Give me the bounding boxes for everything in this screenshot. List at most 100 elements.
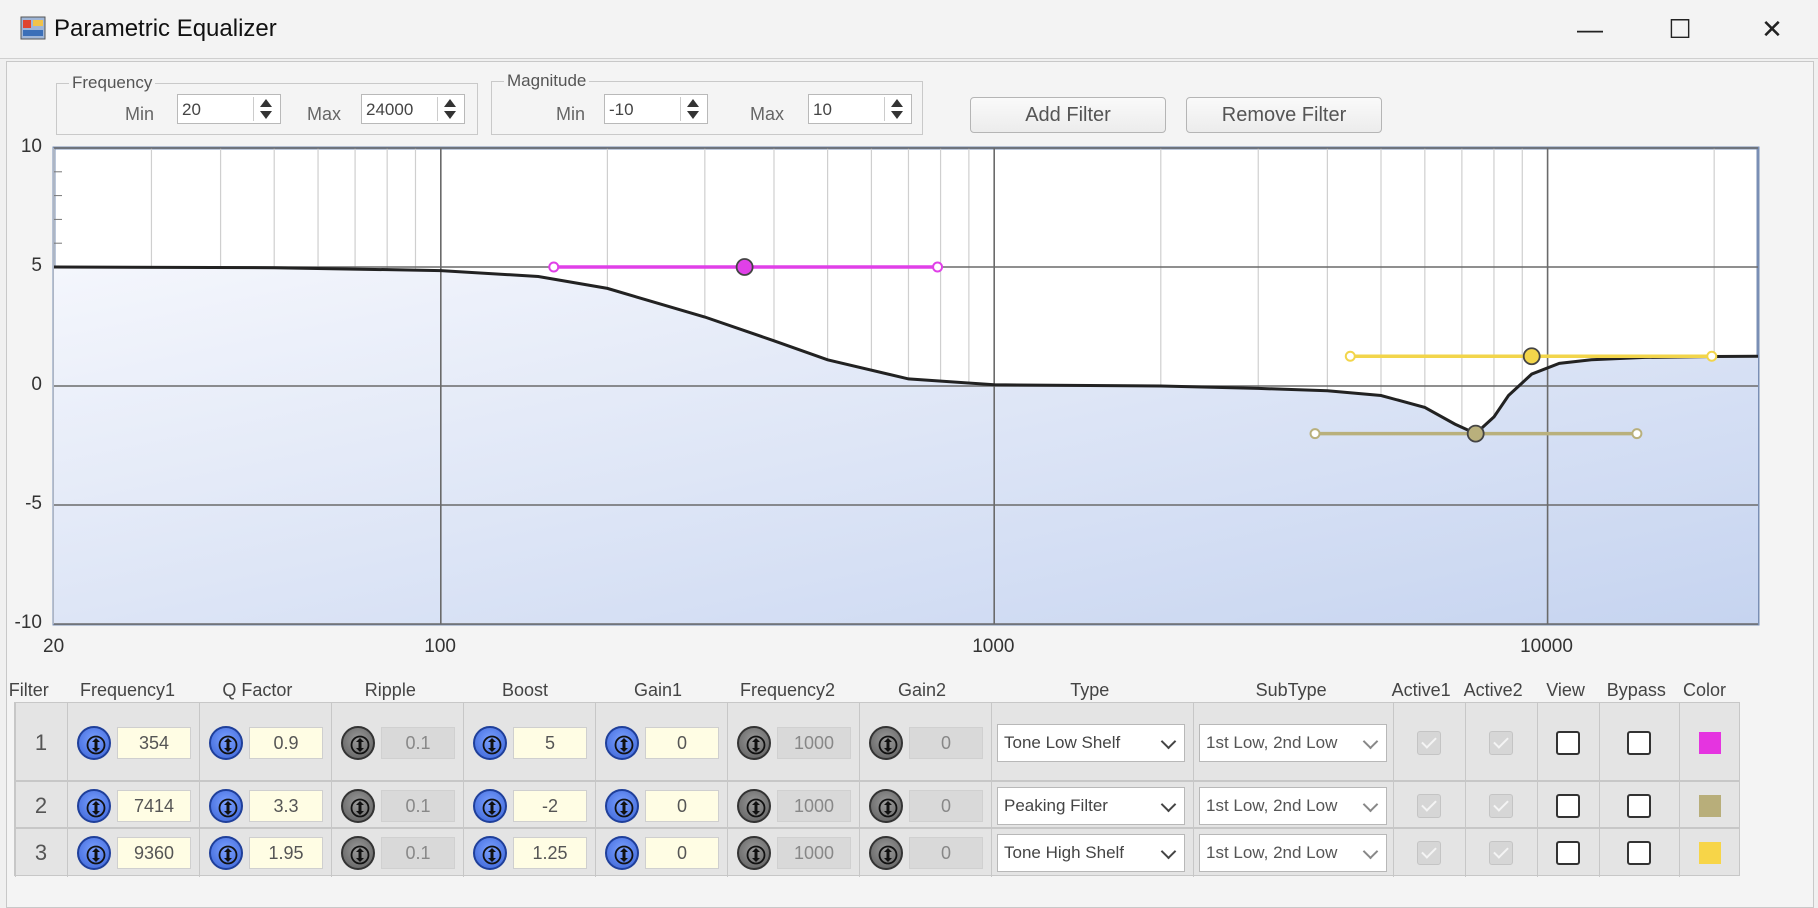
cell-divider [1537,703,1538,782]
cell-divider [727,703,728,782]
gain2-input: 0 [909,837,983,869]
cell-divider [1599,782,1600,829]
filter-bandwidth-handle[interactable] [1344,350,1356,362]
column-header-frequency2: Frequency2 [740,680,836,700]
type-dropdown[interactable]: Peaking Filter [997,786,1185,825]
cell-divider [1679,829,1680,877]
cell-divider [1679,782,1680,829]
adjust-knob-icon[interactable] [605,788,639,823]
frequency1-input[interactable]: 9360 [117,837,191,869]
filter-number: 1 [34,729,48,755]
adjust-knob-icon[interactable] [77,836,111,870]
adjust-knob-icon[interactable] [473,725,507,760]
adjust-knob-disabled-icon [869,725,903,760]
column-header-frequency1: Frequency1 [80,680,176,700]
adjust-knob-icon[interactable] [77,788,111,823]
adjust-knob-icon[interactable] [77,725,111,760]
y-tick-label: 10 [20,136,42,157]
gain1-input[interactable]: 0 [645,837,719,869]
column-header-filter: Filter [8,680,49,700]
filter-bandwidth-handle[interactable] [1706,350,1718,362]
cell-divider [991,703,992,782]
chevron-down-icon[interactable] [1160,796,1177,812]
ripple-input: 0.1 [381,726,455,759]
gain2-input: 0 [909,789,983,822]
cell-divider [463,782,464,829]
cell-divider [15,703,16,782]
adjust-knob-icon[interactable] [209,788,243,823]
frequency1-input[interactable]: 7414 [117,789,191,822]
active2-checkbox [1489,793,1513,818]
column-header-q-factor: Q Factor [222,680,293,700]
adjust-knob-icon[interactable] [209,836,243,870]
view-checkbox[interactable] [1556,793,1580,818]
cell-divider [1193,703,1194,782]
x-tick-label: 20 [43,636,65,657]
cell-divider [595,703,596,782]
filter-center-handle[interactable] [735,258,754,276]
adjust-knob-disabled-icon [869,788,903,823]
filter-center-handle[interactable] [1522,347,1541,366]
column-header-gain2: Gain2 [898,680,947,700]
chevron-down-icon[interactable] [1160,733,1177,749]
chevron-down-icon[interactable] [1362,733,1379,749]
adjust-knob-icon[interactable] [605,725,639,760]
view-checkbox[interactable] [1556,841,1580,865]
x-tick-label: 1000 [972,636,1015,657]
chevron-down-icon[interactable] [1362,796,1379,812]
cell-divider [1599,703,1600,782]
filter-bandwidth-handle[interactable] [1631,428,1643,440]
adjust-knob-disabled-icon [341,725,375,760]
equalizer-graph[interactable] [0,0,1818,670]
boost-input[interactable]: 5 [513,726,587,759]
subtype-dropdown-value: 1st Low, 2nd Low [1206,843,1338,862]
color-swatch[interactable] [1699,731,1721,754]
filter-center-handle[interactable] [1466,424,1485,443]
bypass-checkbox[interactable] [1627,730,1651,755]
cell-divider [463,829,464,877]
bypass-checkbox[interactable] [1627,841,1651,865]
adjust-knob-icon[interactable] [209,725,243,760]
filter-row: 1 354 0.9 0.1 5 0 1000 0 Tone Low Shelf 1st Low, … [14,702,1740,782]
gain1-input[interactable]: 0 [645,726,719,759]
color-swatch[interactable] [1699,794,1721,817]
adjust-knob-icon[interactable] [473,788,507,823]
chevron-down-icon[interactable] [1160,843,1177,860]
cell-divider [991,782,992,829]
type-dropdown[interactable]: Tone Low Shelf [997,723,1185,762]
type-dropdown-value: Tone High Shelf [1004,843,1125,862]
cell-divider [67,782,68,829]
cell-divider [1393,782,1394,829]
cell-divider [859,703,860,782]
filter-bandwidth-handle[interactable] [548,261,560,273]
adjust-knob-icon[interactable] [605,836,639,870]
color-swatch[interactable] [1699,842,1721,864]
y-tick-label: 5 [31,255,42,276]
frequency2-input: 1000 [777,837,851,869]
chevron-down-icon[interactable] [1362,843,1379,860]
adjust-knob-icon[interactable] [473,836,507,870]
cell-divider [1537,782,1538,829]
gain1-input[interactable]: 0 [645,789,719,822]
cell-divider [1393,703,1394,782]
type-dropdown[interactable]: Tone High Shelf [997,834,1185,872]
q-factor-input[interactable]: 0.9 [249,726,323,759]
equalizer-chart[interactable]: 10 5 0 -5 -10 20 100 1000 10000 [0,0,1818,670]
filter-number: 2 [34,792,48,818]
boost-input[interactable]: -2 [513,789,587,822]
bypass-checkbox[interactable] [1627,793,1651,818]
filter-bandwidth-handle[interactable] [1309,428,1321,440]
cell-divider [595,829,596,877]
column-header-type: Type [1070,680,1110,700]
filter-number: 3 [34,840,48,865]
view-checkbox[interactable] [1556,730,1580,755]
active1-checkbox [1417,841,1441,865]
frequency1-input[interactable]: 354 [117,726,191,759]
boost-input[interactable]: 1.25 [513,837,587,869]
column-header-color: Color [1683,680,1727,700]
adjust-knob-disabled-icon [341,836,375,870]
q-factor-input[interactable]: 1.95 [249,837,323,869]
q-factor-input[interactable]: 3.3 [249,789,323,822]
cell-divider [1465,829,1466,877]
filter-bandwidth-handle[interactable] [932,261,944,273]
